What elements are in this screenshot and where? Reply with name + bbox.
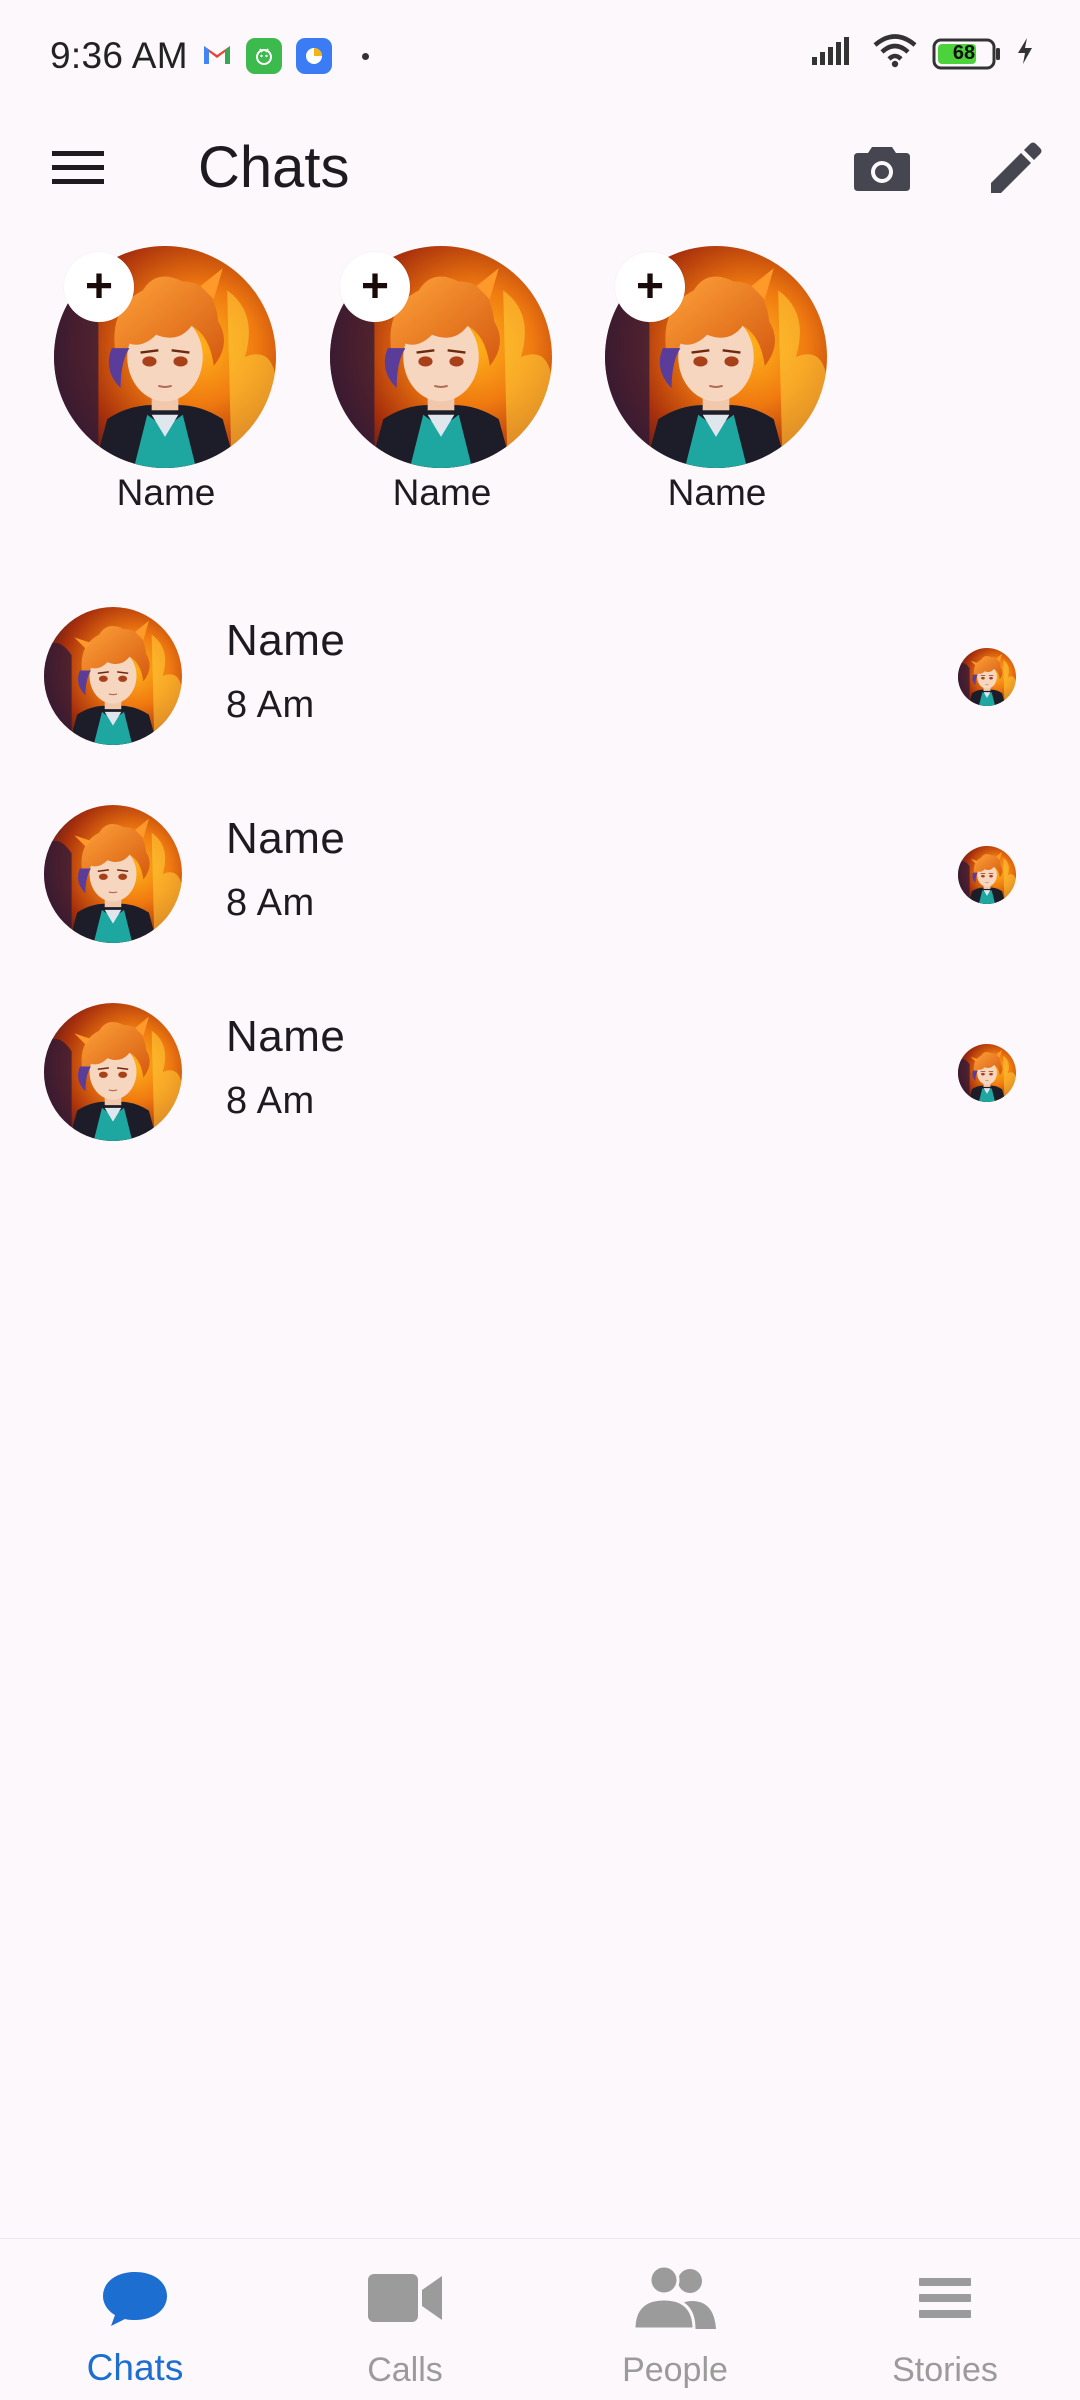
- chat-avatar: [44, 1003, 182, 1141]
- app-bar: Chats: [0, 112, 1080, 228]
- chat-name: Name: [226, 814, 346, 863]
- chat-name: Name: [226, 1012, 346, 1061]
- nav-people[interactable]: People: [540, 2239, 810, 2400]
- menu-button[interactable]: [40, 138, 116, 202]
- add-story-icon[interactable]: +: [340, 252, 410, 322]
- chat-list-item[interactable]: Name 8 Am: [0, 788, 1080, 986]
- nav-label-people: People: [622, 2351, 728, 2389]
- chat-avatar: [44, 607, 182, 745]
- nav-label-chats: Chats: [86, 2347, 184, 2388]
- android-app-icon: [245, 38, 282, 74]
- story-name: Name: [392, 472, 492, 513]
- notification-icons: [202, 38, 369, 74]
- nav-stories[interactable]: Stories: [810, 2239, 1080, 2400]
- story-item[interactable]: + Name: [330, 246, 554, 526]
- seen-avatar: [958, 846, 1016, 904]
- people-icon: [630, 2263, 720, 2333]
- gmail-icon: [202, 42, 232, 71]
- story-item[interactable]: + Name: [54, 246, 278, 526]
- more-notifications-dot: [361, 52, 369, 60]
- chat-time: 8 Am: [226, 1080, 315, 1122]
- add-story-icon[interactable]: +: [615, 252, 685, 322]
- edit-pencil-icon: [985, 139, 1043, 202]
- system-icons: 68: [810, 34, 1034, 73]
- story-name: Name: [116, 472, 216, 513]
- nav-chats[interactable]: Chats: [0, 2239, 270, 2400]
- stories-icon: [900, 2263, 990, 2333]
- seen-avatar: [958, 1044, 1016, 1102]
- story-name: Name: [667, 472, 767, 513]
- chat-list-item[interactable]: Name 8 Am: [0, 986, 1080, 1184]
- battery-level: 68: [952, 41, 976, 64]
- chat-list-item[interactable]: Name 8 Am: [0, 590, 1080, 788]
- battery-icon: 68: [932, 37, 1002, 71]
- camera-icon: [852, 143, 912, 198]
- page-title: Chats: [198, 135, 350, 200]
- seen-avatar: [958, 648, 1016, 706]
- new-message-button[interactable]: [980, 136, 1048, 204]
- nav-calls[interactable]: Calls: [270, 2239, 540, 2400]
- status-time: 9:36 AM: [50, 35, 188, 76]
- charging-icon: [1016, 36, 1034, 71]
- nav-label-stories: Stories: [892, 2351, 998, 2389]
- chat-bubble-icon: [90, 2263, 180, 2333]
- story-item[interactable]: + Name: [605, 246, 829, 526]
- add-story-icon[interactable]: +: [64, 252, 134, 322]
- chat-avatar: [44, 805, 182, 943]
- bottom-navigation: Chats Calls People Stories: [0, 2238, 1080, 2400]
- blue-app-icon: [295, 38, 332, 74]
- chat-time: 8 Am: [226, 684, 315, 726]
- nav-label-calls: Calls: [367, 2351, 443, 2389]
- camera-button[interactable]: [848, 136, 916, 204]
- chat-name: Name: [226, 616, 346, 665]
- wifi-icon: [872, 34, 918, 73]
- chat-time: 8 Am: [226, 882, 315, 924]
- status-bar: 9:36 AM 68: [0, 0, 1080, 112]
- chat-list: Name 8 Am Name 8 Am Name 8 Am: [0, 590, 1080, 1184]
- signal-icon: [810, 35, 858, 72]
- video-camera-icon: [360, 2263, 450, 2333]
- menu-icon: [52, 148, 104, 193]
